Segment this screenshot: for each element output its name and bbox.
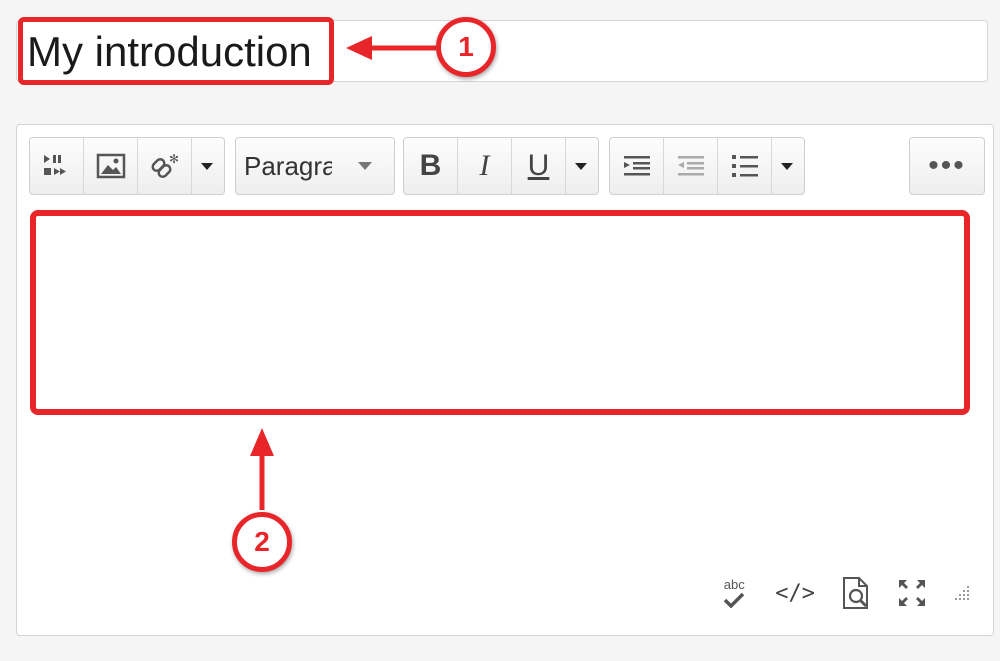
callout-2: 2: [232, 512, 292, 572]
fullscreen-icon: [899, 580, 925, 606]
resize-grip-icon: [955, 586, 969, 600]
text-style-dropdown-button[interactable]: [566, 138, 596, 194]
resize-handle[interactable]: [953, 584, 971, 602]
paragraph-format-select[interactable]: Paragra: [236, 138, 394, 194]
indent-icon: [623, 156, 650, 176]
link-icon: ✻: [150, 152, 179, 179]
title-highlight-box: [18, 17, 334, 85]
image-icon: [96, 153, 125, 179]
chevron-down-icon: [781, 162, 793, 170]
list-dropdown-button[interactable]: [772, 138, 802, 194]
insert-stuff-icon: [43, 155, 66, 175]
more-actions-button[interactable]: •••: [910, 138, 984, 194]
source-code-button[interactable]: </>: [775, 581, 815, 606]
format-select-group: Paragra: [235, 137, 395, 195]
editor-status-bar: abc </>: [719, 573, 971, 613]
spellcheck-button[interactable]: abc: [719, 573, 749, 613]
text-style-toolbar-group: B I U: [403, 137, 599, 195]
indent-button[interactable]: [610, 138, 664, 194]
italic-button[interactable]: I: [458, 138, 512, 194]
insert-image-button[interactable]: [84, 138, 138, 194]
chevron-down-icon: [358, 162, 372, 170]
checkmark-icon: [724, 592, 745, 608]
underline-icon: U: [527, 149, 550, 182]
preview-icon: [843, 577, 868, 609]
content-highlight-box: [30, 210, 970, 415]
bold-button[interactable]: B: [404, 138, 458, 194]
spellcheck-icon: abc: [723, 577, 745, 592]
insert-dropdown-button[interactable]: [192, 138, 222, 194]
more-toolbar-group: •••: [909, 137, 985, 195]
source-code-icon: </>: [775, 580, 815, 606]
italic-icon: I: [479, 149, 490, 182]
bullet-list-button[interactable]: [718, 138, 772, 194]
insert-stuff-button[interactable]: [30, 138, 84, 194]
svg-text:✻: ✻: [169, 152, 179, 166]
paragraph-toolbar-group: [609, 137, 805, 195]
insert-link-button[interactable]: ✻: [138, 138, 192, 194]
outdent-icon: [677, 156, 704, 176]
chevron-down-icon: [201, 162, 213, 170]
outdent-button[interactable]: [664, 138, 718, 194]
bold-icon: B: [419, 149, 442, 182]
preview-button[interactable]: [841, 576, 871, 610]
more-icon: •••: [928, 149, 966, 182]
callout-1: 1: [436, 17, 496, 77]
chevron-down-icon: [575, 162, 587, 170]
fullscreen-button[interactable]: [897, 578, 927, 608]
format-select-value: Paragra: [244, 150, 332, 181]
bullet-list-icon: [731, 155, 758, 177]
insert-toolbar-group: ✻: [29, 137, 225, 195]
underline-button[interactable]: U: [512, 138, 566, 194]
